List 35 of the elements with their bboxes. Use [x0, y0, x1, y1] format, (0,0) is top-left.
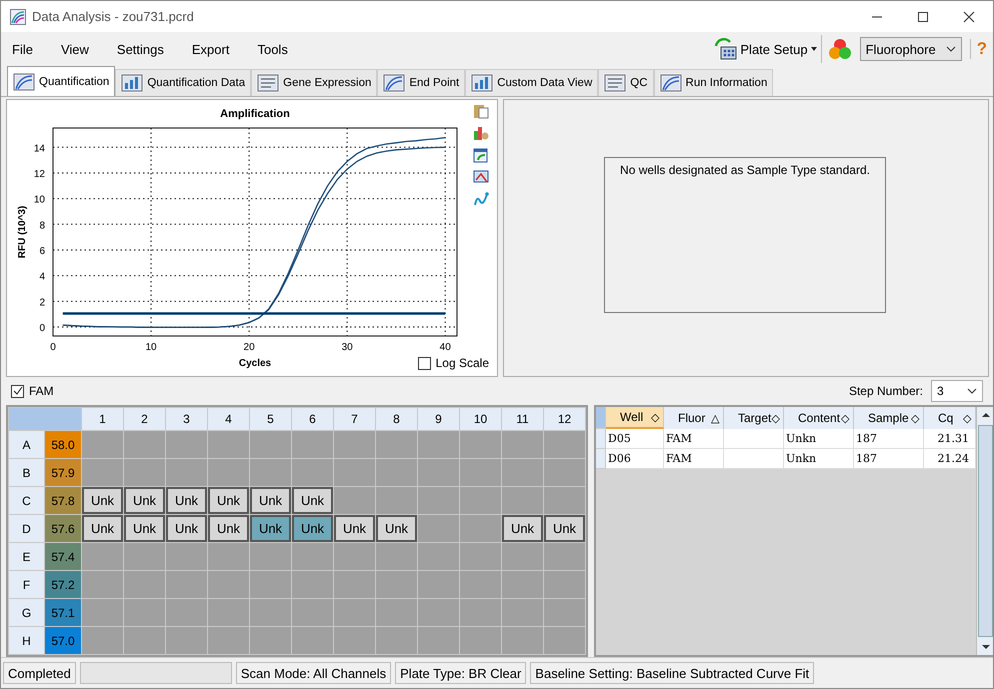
table-cell: 187 — [854, 449, 924, 469]
table-cell: D06 — [606, 449, 664, 469]
x-tick-label: 40 — [440, 342, 451, 353]
table-cell: FAM — [664, 449, 724, 469]
temperature-cell: 57.4 — [45, 543, 81, 570]
no-standard-message: No wells designated as Sample Type standard. — [620, 163, 870, 179]
status-text: Scan Mode: All Channels — [236, 662, 392, 684]
y-tick-label: 14 — [34, 143, 45, 154]
x-tick-label: 0 — [50, 342, 56, 353]
window-title: Data Analysis - zou731.pcrd — [32, 9, 194, 24]
x-axis-label: Cycles — [238, 358, 272, 369]
y-tick-label: 8 — [39, 220, 45, 232]
temperature-cell: 57.9 — [45, 459, 81, 486]
y-tick-label: 12 — [34, 168, 45, 180]
status-text: Completed — [3, 662, 76, 684]
x-tick-label: 30 — [342, 342, 353, 353]
temperature-cell: 58.0 — [45, 431, 81, 458]
y-tick-label: 6 — [39, 246, 45, 257]
y-tick-label: 10 — [34, 194, 45, 206]
temperature-cell: 57.8 — [45, 487, 81, 514]
temperature-cell: 57.0 — [45, 627, 81, 654]
x-tick-label: 20 — [244, 342, 255, 353]
temperature-cell: 57.1 — [45, 599, 81, 626]
table-cell: Unkn — [784, 449, 854, 469]
y-axis-label: RFU (10^3) — [17, 206, 28, 258]
chart-title: Amplification — [220, 108, 290, 120]
step-number-label: Step Number: — [848, 384, 923, 398]
temperature-cell: 57.6 — [45, 515, 81, 542]
y-tick-label: 2 — [39, 297, 45, 308]
temperature-cell: 57.2 — [45, 571, 81, 598]
status-text: Plate Type: BR Clear — [395, 662, 526, 684]
y-tick-label: 0 — [39, 323, 45, 334]
y-tick-label: 4 — [39, 272, 45, 283]
status-text: Baseline Setting: Baseline Subtracted Curve Fit — [530, 662, 814, 684]
x-tick-label: 10 — [146, 342, 157, 353]
